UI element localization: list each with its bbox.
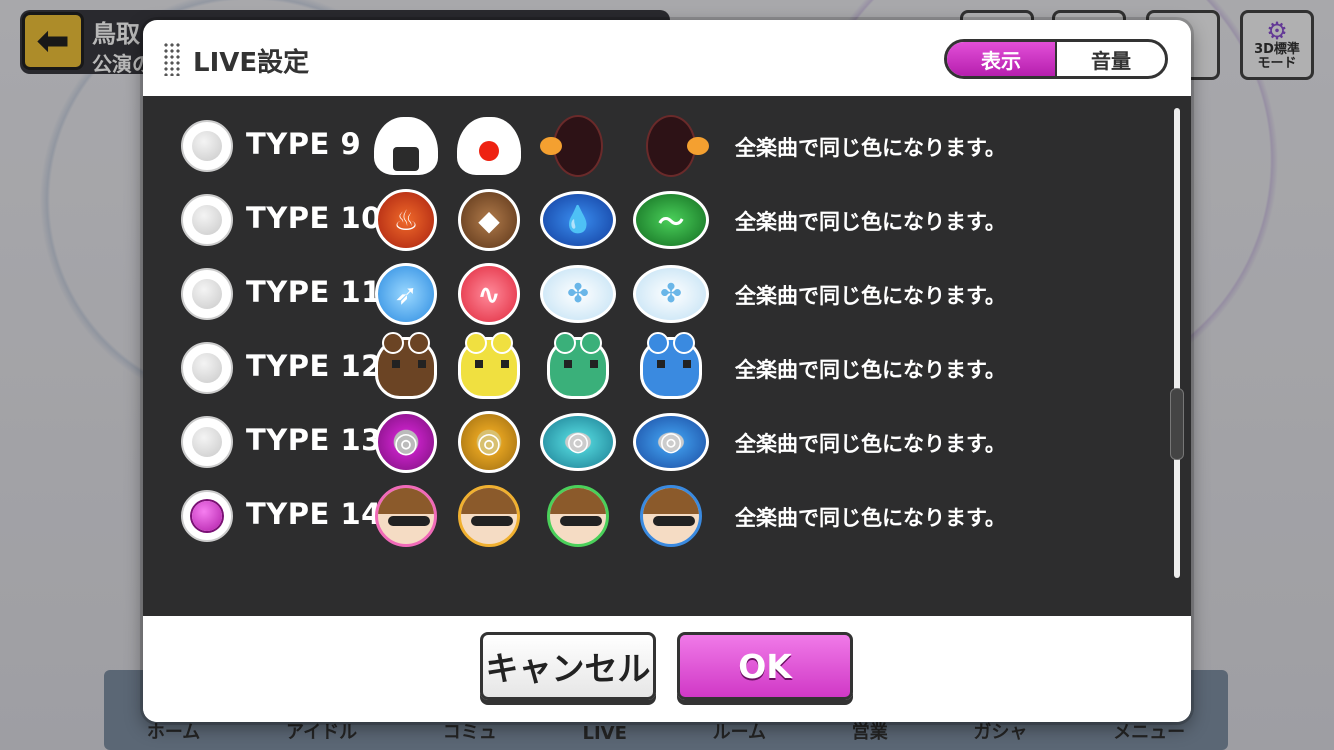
type-description: 全楽曲で同じ色になります。 (735, 284, 1006, 308)
ok-button[interactable]: OK (677, 632, 853, 700)
onigiri-shrimp-left-icon (540, 114, 616, 178)
type-label: TYPE 11 (246, 275, 382, 309)
face-gold-icon (457, 484, 521, 548)
type-label: TYPE 13 (246, 423, 382, 457)
fire-emblem-icon: ♨ (374, 188, 438, 252)
brown-creature-icon (374, 332, 438, 400)
teal-eye-icon: ◎ (540, 410, 616, 474)
dialog-footer: キャンセル OK (143, 616, 1191, 722)
green-creature-icon (540, 332, 616, 400)
wind-emblem-icon: 〜 (633, 188, 709, 252)
list-item[interactable]: TYPE 13 ◎ ◎ ◎ ◎ 全楽曲で同じ色になります。 (143, 406, 1163, 476)
type-description: 全楽曲で同じ色になります。 (735, 506, 1006, 530)
yellow-creature-icon (457, 332, 521, 400)
onigiri-shrimp-right-icon (633, 114, 709, 178)
tab-volume[interactable]: 音量 (1055, 42, 1165, 76)
type-label: TYPE 9 (246, 127, 362, 161)
water-emblem-icon: 💧 (540, 188, 616, 252)
type-description: 全楽曲で同じ色になります。 (735, 358, 1006, 382)
onigiri-nori-icon (374, 114, 438, 178)
blue-creature-icon (633, 332, 709, 400)
grip-icon (163, 42, 181, 76)
gold-ring-icon: ◎ (457, 410, 521, 474)
radio-button[interactable] (181, 416, 233, 468)
face-pink-icon (374, 484, 438, 548)
radio-button[interactable] (181, 120, 233, 172)
tab-display[interactable]: 表示 (947, 42, 1055, 76)
radio-button[interactable] (181, 268, 233, 320)
radio-button[interactable] (181, 194, 233, 246)
earth-emblem-icon: ◆ (457, 188, 521, 252)
cancel-button[interactable]: キャンセル (480, 632, 656, 700)
onigiri-ume-icon (457, 114, 521, 178)
type-description: 全楽曲で同じ色になります。 (735, 432, 1006, 456)
list-item[interactable]: TYPE 14 全楽曲で同じ色になります。 (143, 480, 1163, 550)
face-green-icon (540, 484, 616, 548)
scrollbar-track[interactable] (1174, 108, 1180, 578)
live-settings-dialog: LIVE設定 表示 音量 TYPE 9 全楽曲で同じ色になります。 TYPE 1… (143, 20, 1191, 722)
butterfly-right-icon: ✤ (633, 262, 709, 326)
dialog-title: LIVE設定 (193, 48, 310, 78)
list-item[interactable]: TYPE 11 ➶ ∿ ✤ ✤ 全楽曲で同じ色になります。 (143, 258, 1163, 328)
blue-eye-icon: ◎ (633, 410, 709, 474)
pulse-icon: ∿ (457, 262, 521, 326)
type-label: TYPE 12 (246, 349, 382, 383)
list-item[interactable]: TYPE 10 ♨ ◆ 💧 〜 全楽曲で同じ色になります。 (143, 184, 1163, 254)
dialog-header: LIVE設定 表示 音量 (143, 20, 1191, 96)
feather-icon: ➶ (374, 262, 438, 326)
radio-button-selected[interactable] (181, 490, 233, 542)
scrollbar-thumb[interactable] (1170, 388, 1184, 460)
list-item[interactable]: TYPE 12 全楽曲で同じ色になります。 (143, 332, 1163, 402)
type-description: 全楽曲で同じ色になります。 (735, 210, 1006, 234)
tab-switcher: 表示 音量 (944, 39, 1168, 79)
note-type-list[interactable]: TYPE 9 全楽曲で同じ色になります。 TYPE 10 ♨ ◆ 💧 〜 全楽曲… (143, 96, 1191, 616)
purple-ring-icon: ◎ (374, 410, 438, 474)
face-blue-icon (633, 484, 709, 548)
radio-button[interactable] (181, 342, 233, 394)
list-item[interactable]: TYPE 9 全楽曲で同じ色になります。 (143, 110, 1163, 180)
butterfly-left-icon: ✤ (540, 262, 616, 326)
type-description: 全楽曲で同じ色になります。 (735, 136, 1006, 160)
type-label: TYPE 14 (246, 497, 382, 531)
type-label: TYPE 10 (246, 201, 382, 235)
